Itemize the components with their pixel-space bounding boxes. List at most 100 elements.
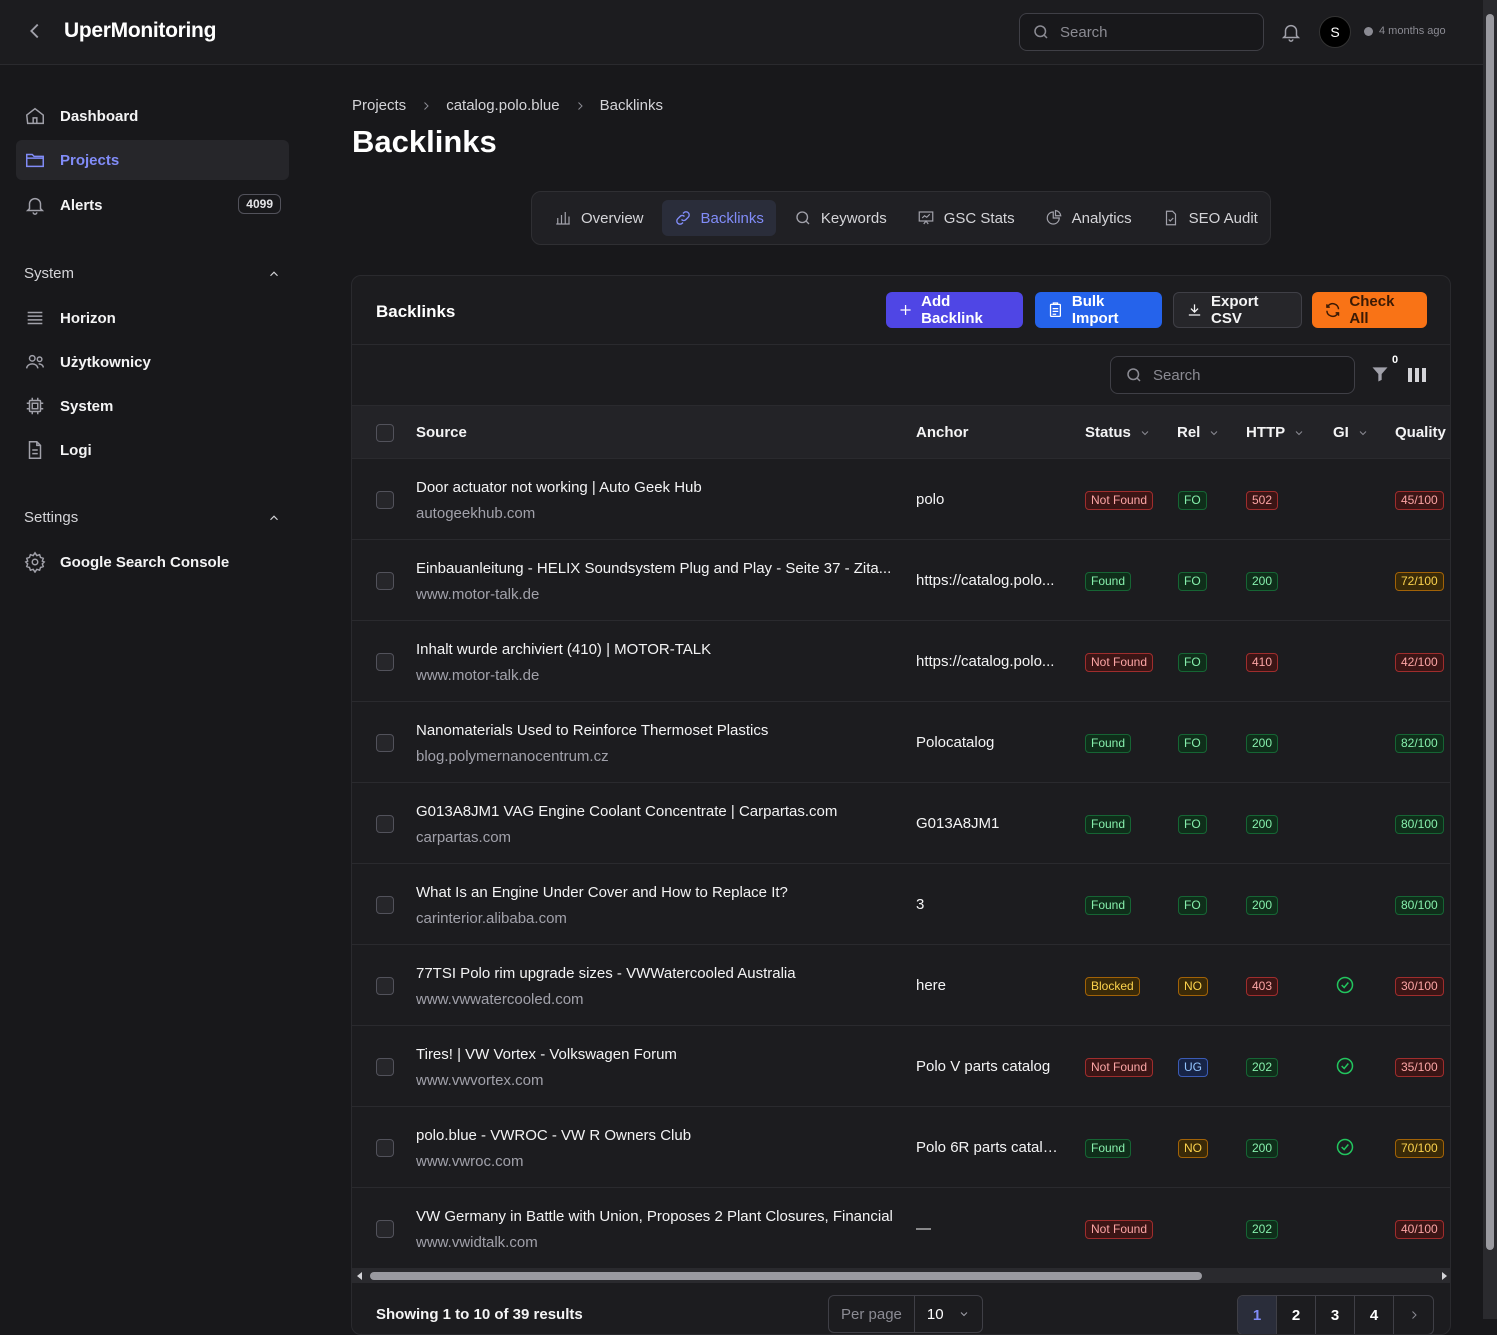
breadcrumb-project[interactable]: catalog.polo.blue	[446, 97, 559, 114]
source-domain: autogeekhub.com	[416, 505, 536, 522]
page-scrollbar[interactable]	[1483, 0, 1497, 1319]
row-checkbox[interactable]	[376, 977, 394, 995]
sidebar-item-google-search-console[interactable]: Google Search Console	[16, 542, 289, 582]
sidebar-item-alerts[interactable]: Alerts 4099	[16, 185, 289, 225]
rel-badge: FO	[1178, 653, 1207, 672]
bell-icon[interactable]	[1280, 21, 1302, 43]
column-status[interactable]: Status	[1085, 424, 1151, 441]
table-search-input[interactable]: Search	[1110, 356, 1355, 394]
export-csv-button[interactable]: Export CSV	[1173, 292, 1302, 328]
system-section-toggle[interactable]: System	[24, 265, 281, 282]
tab-keywords[interactable]: Keywords	[782, 200, 899, 236]
page-3-button[interactable]: 3	[1316, 1296, 1355, 1334]
chevron-down-icon	[1295, 430, 1303, 435]
columns-icon[interactable]	[1407, 366, 1427, 384]
source-title[interactable]: 77TSI Polo rim upgrade sizes - VWWaterco…	[416, 965, 892, 982]
filter-icon[interactable]	[1370, 364, 1390, 384]
sidebar-item-logi[interactable]: Logi	[16, 430, 289, 470]
bulk-import-button[interactable]: Bulk Import	[1035, 292, 1162, 328]
source-title[interactable]: Nanomaterials Used to Reinforce Thermose…	[416, 722, 892, 739]
column-source[interactable]: Source	[416, 424, 467, 441]
last-sync: 4 months ago	[1364, 25, 1446, 37]
row-checkbox[interactable]	[376, 1139, 394, 1157]
source-title[interactable]: polo.blue - VWROC - VW R Owners Club	[416, 1127, 892, 1144]
source-title[interactable]: G013A8JM1 VAG Engine Coolant Concentrate…	[416, 803, 892, 820]
table-row[interactable]: Nanomaterials Used to Reinforce Thermose…	[352, 702, 1450, 783]
tab-overview[interactable]: Overview	[542, 200, 656, 236]
avatar[interactable]: S	[1319, 16, 1351, 48]
sidebar-item-dashboard[interactable]: Dashboard	[16, 96, 289, 136]
settings-section-toggle[interactable]: Settings	[24, 509, 281, 526]
per-page-select[interactable]: Per page 10	[828, 1295, 983, 1333]
row-checkbox[interactable]	[376, 491, 394, 509]
column-rel[interactable]: Rel	[1177, 424, 1220, 441]
page-scrollbar-thumb[interactable]	[1486, 14, 1494, 1250]
http-badge: 200	[1246, 1139, 1279, 1158]
quality-badge: 30/100	[1395, 977, 1444, 996]
source-domain: carinterior.alibaba.com	[416, 910, 567, 927]
breadcrumb-projects[interactable]: Projects	[352, 97, 406, 114]
row-checkbox[interactable]	[376, 734, 394, 752]
row-checkbox[interactable]	[376, 1058, 394, 1076]
table-row[interactable]: Einbauanleitung - HELIX Soundsystem Plug…	[352, 540, 1450, 621]
column-anchor[interactable]: Anchor	[916, 424, 969, 441]
source-title[interactable]: Tires! | VW Vortex - Volkswagen Forum	[416, 1046, 892, 1063]
row-checkbox[interactable]	[376, 815, 394, 833]
table-row[interactable]: VW Germany in Battle with Union, Propose…	[352, 1188, 1450, 1269]
row-checkbox[interactable]	[376, 653, 394, 671]
check-all-button[interactable]: Check All	[1312, 292, 1427, 328]
table-horizontal-scrollbar[interactable]	[352, 1269, 1450, 1283]
sidebar-item-horizon[interactable]: Horizon	[16, 298, 289, 338]
source-title[interactable]: Door actuator not working | Auto Geek Hu…	[416, 479, 892, 496]
scroll-right-icon[interactable]	[1440, 1272, 1448, 1280]
gear-icon	[24, 551, 46, 573]
table-row[interactable]: Tires! | VW Vortex - Volkswagen Forum www…	[352, 1026, 1450, 1107]
quality-badge: 35/100	[1395, 1058, 1444, 1077]
http-badge: 403	[1246, 977, 1279, 996]
table-row[interactable]: 77TSI Polo rim upgrade sizes - VWWaterco…	[352, 945, 1450, 1026]
table-row[interactable]: G013A8JM1 VAG Engine Coolant Concentrate…	[352, 783, 1450, 864]
table-row[interactable]: Inhalt wurde archiviert (410) | MOTOR-TA…	[352, 621, 1450, 702]
tab-analytics[interactable]: Analytics	[1033, 200, 1144, 236]
anchor-text: 3	[916, 896, 925, 913]
sync-status-icon	[1364, 26, 1373, 36]
app-title[interactable]: UperMonitoring	[64, 19, 216, 43]
tab-backlinks[interactable]: Backlinks	[661, 200, 776, 236]
column-gi[interactable]: GI	[1333, 424, 1369, 441]
source-title[interactable]: Einbauanleitung - HELIX Soundsystem Plug…	[416, 560, 892, 577]
row-checkbox[interactable]	[376, 1220, 394, 1238]
sidebar-item-system[interactable]: System	[16, 386, 289, 426]
breadcrumb: Projects catalog.polo.blue Backlinks	[352, 97, 663, 114]
page-1-button[interactable]: 1	[1238, 1296, 1277, 1334]
select-all-checkbox[interactable]	[376, 424, 394, 442]
rel-badge: FO	[1178, 491, 1207, 510]
scroll-left-icon[interactable]	[356, 1272, 364, 1280]
column-quality[interactable]: Quality	[1395, 424, 1446, 441]
table-row[interactable]: Door actuator not working | Auto Geek Hu…	[352, 459, 1450, 540]
table-scrollbar-thumb[interactable]	[370, 1272, 1202, 1280]
tab-gsc-stats[interactable]: GSC Stats	[905, 200, 1027, 236]
chevron-down-icon	[1210, 430, 1218, 435]
back-icon[interactable]	[24, 20, 48, 44]
source-title[interactable]: Inhalt wurde archiviert (410) | MOTOR-TA…	[416, 641, 892, 658]
tab-seo-audit[interactable]: SEO Audit	[1150, 200, 1270, 236]
global-search-input[interactable]: Search	[1019, 13, 1264, 51]
add-backlink-button[interactable]: Add Backlink	[886, 292, 1023, 328]
source-domain: www.motor-talk.de	[416, 586, 540, 603]
sidebar-item-projects[interactable]: Projects	[16, 140, 289, 180]
next-page-button[interactable]	[1394, 1296, 1433, 1334]
row-checkbox[interactable]	[376, 896, 394, 914]
page-2-button[interactable]: 2	[1277, 1296, 1316, 1334]
column-http[interactable]: HTTP	[1246, 424, 1305, 441]
results-summary: Showing 1 to 10 of 39 results	[376, 1306, 583, 1323]
page-4-button[interactable]: 4	[1355, 1296, 1394, 1334]
source-title[interactable]: What Is an Engine Under Cover and How to…	[416, 884, 892, 901]
row-checkbox[interactable]	[376, 572, 394, 590]
source-title[interactable]: VW Germany in Battle with Union, Propose…	[416, 1208, 892, 1225]
table-row[interactable]: What Is an Engine Under Cover and How to…	[352, 864, 1450, 945]
card-title: Backlinks	[376, 302, 456, 321]
sidebar-item-label: Dashboard	[60, 107, 139, 125]
table-row[interactable]: polo.blue - VWROC - VW R Owners Club www.…	[352, 1107, 1450, 1188]
clipboard-icon	[1049, 302, 1061, 317]
sidebar-item-users[interactable]: Użytkownicy	[16, 342, 289, 382]
